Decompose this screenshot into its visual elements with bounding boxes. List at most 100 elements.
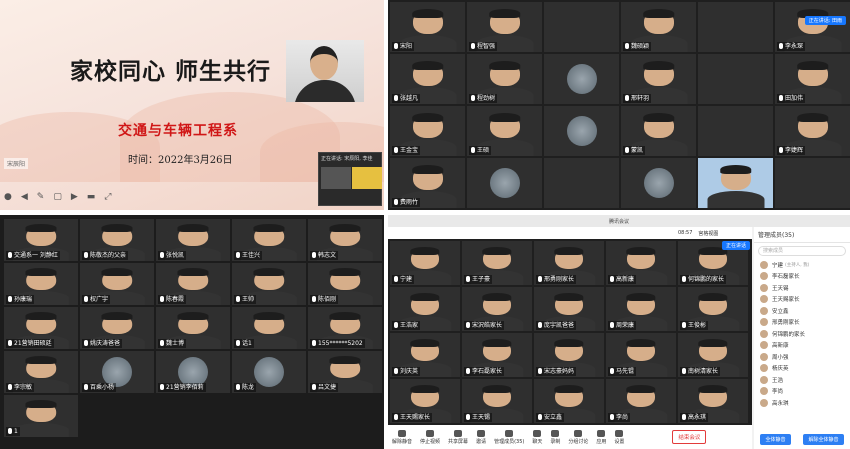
expand-icon[interactable]: ⤢ [104, 192, 111, 202]
next-icon[interactable]: ▶ [71, 192, 78, 202]
view-toggle[interactable]: 宫格视图 [698, 230, 718, 237]
toolbar-button[interactable]: 应用 [596, 429, 606, 445]
toolbar-button[interactable]: 共享屏幕 [448, 429, 468, 445]
participant-tile[interactable]: 安立鑫 [534, 379, 604, 423]
participant-tile[interactable]: 马先锟 [606, 333, 676, 377]
bar-icon[interactable]: ▬ [87, 192, 96, 202]
member-row[interactable]: 王天赐家长 [754, 294, 850, 306]
toolbar-button[interactable]: 录制 [550, 429, 560, 445]
participant-tile[interactable]: 程智强 [467, 2, 542, 52]
member-row[interactable]: 安立鑫 [754, 305, 850, 317]
participant-tile[interactable]: 李石磊家长 [462, 333, 532, 377]
member-row[interactable]: 何锦鹏的家长 [754, 328, 850, 340]
participant-tile[interactable]: 田加伟 [775, 54, 850, 104]
participant-tile[interactable] [467, 158, 542, 208]
participant-tile[interactable] [698, 54, 773, 104]
participant-tile[interactable]: 魏硕颖 [621, 2, 696, 52]
participant-tile[interactable]: 王金宝 [390, 106, 465, 156]
participant-tile[interactable] [544, 54, 619, 104]
participant-tile[interactable]: 李永琛 [775, 2, 850, 52]
participant-tile[interactable]: 李尚 [606, 379, 676, 423]
end-meeting-button[interactable]: 结束会议 [672, 430, 707, 444]
pen-icon[interactable]: ✎ [37, 192, 45, 202]
participant-tile[interactable]: 高新康 [606, 241, 676, 285]
participant-tile[interactable]: 南树清家长 [678, 333, 748, 377]
box-icon[interactable]: ▢ [53, 192, 62, 202]
participant-tile[interactable]: 王天赐家长 [390, 379, 460, 423]
member-row[interactable]: 周小强 [754, 351, 850, 363]
toolbar-button[interactable]: 聊天 [532, 429, 542, 445]
participant-tile[interactable]: 王帅 [232, 263, 306, 305]
toolbar-button[interactable]: 停止视频 [420, 429, 440, 445]
participant-tile[interactable]: 1 [4, 395, 78, 437]
participant-tile[interactable]: 魏士博 [156, 307, 230, 349]
participant-tile[interactable]: 姚庆涛爸爸 [80, 307, 154, 349]
participant-tile[interactable]: 孙康瑞 [4, 263, 78, 305]
member-row[interactable]: 王天锡 [754, 282, 850, 294]
participant-tile[interactable]: 王子豪 [462, 241, 532, 285]
participant-tile[interactable]: 155******5202 [308, 307, 382, 349]
participant-tile[interactable]: 权广宇 [80, 263, 154, 305]
member-row[interactable]: 邢勇刚家长 [754, 317, 850, 329]
participant-tile[interactable]: 王俊彬 [678, 287, 748, 331]
participant-tile[interactable]: 话1 [232, 307, 306, 349]
participant-tile[interactable]: 高永琪 [678, 379, 748, 423]
participant-tile[interactable]: 庞宇凯爸爸 [534, 287, 604, 331]
participant-tile[interactable]: 吕文捷 [308, 351, 382, 393]
participant-tile[interactable]: 宋沢皓家长 [462, 287, 532, 331]
participant-tile[interactable]: 王硕 [467, 106, 542, 156]
toolbar-button[interactable]: 管理成员(35) [494, 429, 524, 445]
participant-tile[interactable] [544, 2, 619, 52]
participant-tile[interactable]: 交通系一 刘静红 [4, 219, 78, 261]
participant-tile[interactable]: 王佳兴 [232, 219, 306, 261]
member-search-input[interactable]: 搜索成员 [758, 246, 846, 256]
participant-tile[interactable]: 王浩家 [390, 287, 460, 331]
participant-tile[interactable]: 21营销李佰莉 [156, 351, 230, 393]
participant-tile[interactable] [698, 2, 773, 52]
participant-tile[interactable]: 蒙凯 [621, 106, 696, 156]
toolbar-button[interactable]: 解除静音 [392, 429, 412, 445]
presenter-video[interactable] [286, 40, 364, 102]
member-row[interactable]: 宁建 (主持人, 我) [754, 259, 850, 271]
participant-tile[interactable]: 刘庆英 [390, 333, 460, 377]
member-row[interactable]: 高永琪 [754, 397, 850, 409]
participant-tile[interactable]: 邢轩羽 [621, 54, 696, 104]
toolbar-button[interactable]: 邀请 [476, 429, 486, 445]
participant-tile[interactable]: 程劲树 [467, 54, 542, 104]
participant-tile[interactable]: 百乘小杨 [80, 351, 154, 393]
participant-tile[interactable]: 陈佰刚 [308, 263, 382, 305]
member-row[interactable]: 杨庆英 [754, 363, 850, 375]
participant-tile[interactable]: 韩志文 [308, 219, 382, 261]
participant-tile[interactable]: 陈敬杰的父亲 [80, 219, 154, 261]
participant-tile[interactable]: 宋志豪妈妈 [534, 333, 604, 377]
member-row[interactable]: 王浩 [754, 374, 850, 386]
participant-tile[interactable] [775, 158, 850, 208]
participant-tile[interactable]: 张越凡 [390, 54, 465, 104]
participant-tile[interactable]: 李宗敏 [4, 351, 78, 393]
member-row[interactable]: 李石磊家长 [754, 271, 850, 283]
participant-tile[interactable]: 宋阳 [390, 2, 465, 52]
record-icon[interactable]: ● [4, 192, 12, 202]
member-row[interactable]: 李尚 [754, 386, 850, 398]
participant-tile[interactable]: 李婕辉 [775, 106, 850, 156]
toolbar-button[interactable]: 设置 [614, 429, 624, 445]
participant-tile[interactable]: 费雨竹 [390, 158, 465, 208]
participant-tile[interactable]: 21营销田硕廷 [4, 307, 78, 349]
participant-tile[interactable]: 张悦凯 [156, 219, 230, 261]
prev-icon[interactable]: ◀ [21, 192, 28, 202]
participant-tile[interactable]: 陈春霞 [156, 263, 230, 305]
participant-tile[interactable]: 宁建 [390, 241, 460, 285]
unmute-all-button[interactable]: 解除全体静音 [803, 434, 844, 445]
mute-all-button[interactable]: 全体静音 [760, 434, 791, 445]
participant-tile[interactable] [544, 106, 619, 156]
participant-tile[interactable] [698, 158, 773, 208]
participant-tile[interactable]: 陈龙 [232, 351, 306, 393]
member-row[interactable]: 高新康 [754, 340, 850, 352]
toolbar-button[interactable]: 分组讨论 [568, 429, 588, 445]
participant-tile[interactable] [621, 158, 696, 208]
participant-tile[interactable]: 王天锡 [462, 379, 532, 423]
participant-tile[interactable]: 周荣康 [606, 287, 676, 331]
participant-tile[interactable]: 邢勇刚家长 [534, 241, 604, 285]
participant-tile[interactable] [544, 158, 619, 208]
participant-tile[interactable] [698, 106, 773, 156]
